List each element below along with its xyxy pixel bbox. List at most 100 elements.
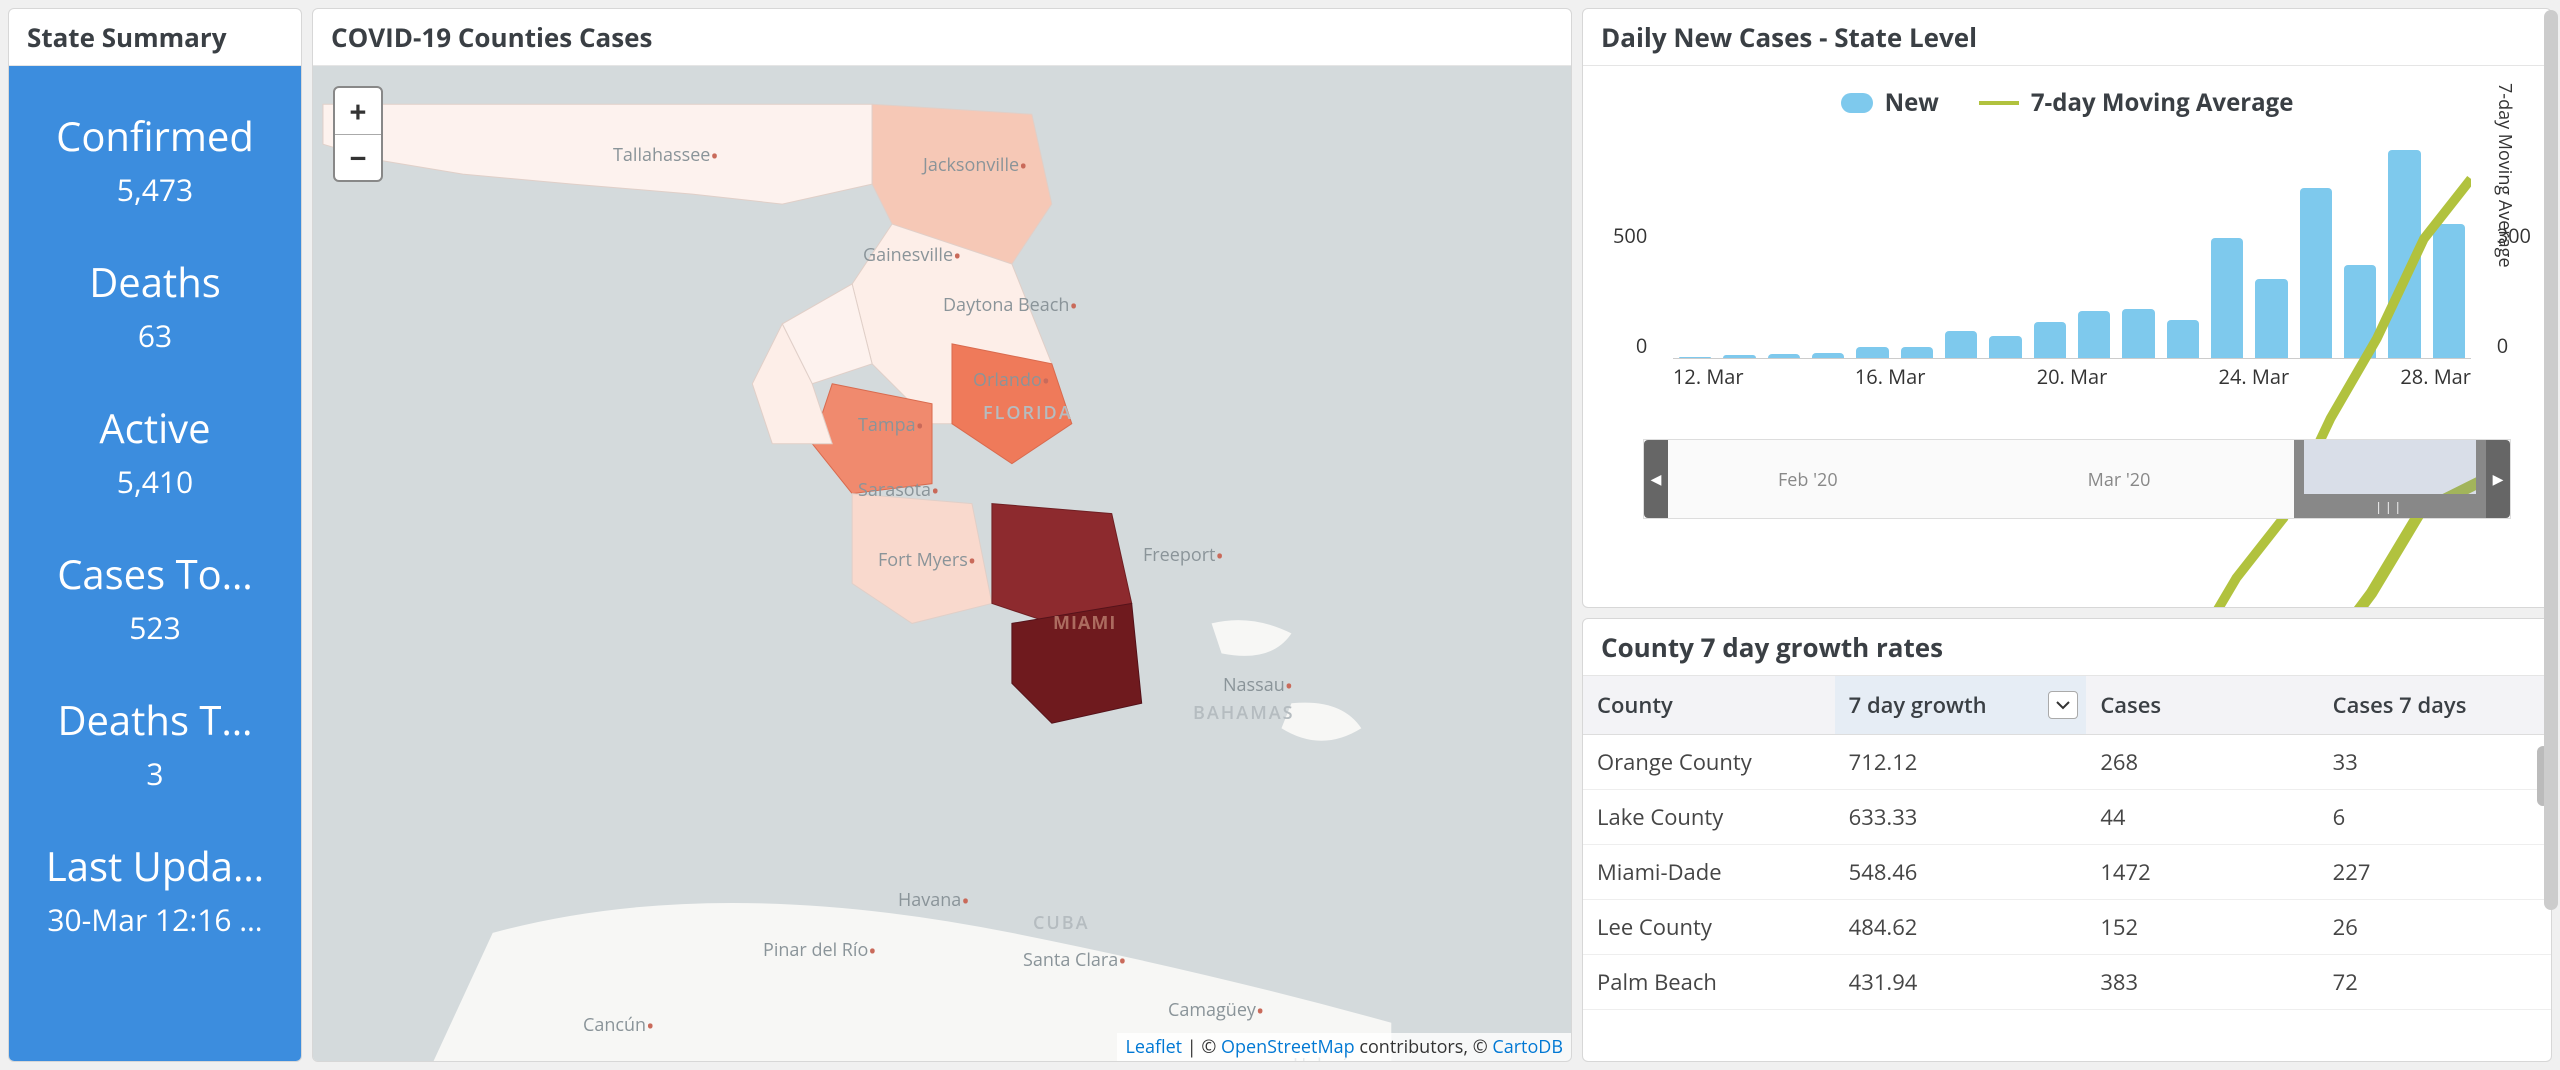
col-growth[interactable]: 7 day growth [1835,676,2087,735]
metric-value: 30-Mar 12:16 … [19,899,291,940]
chart-bar[interactable] [1768,354,1800,358]
legend-moving-avg[interactable]: 7-day Moving Average [1979,86,2294,119]
table-row[interactable]: Palm Beach431.9438372 [1583,955,2551,1010]
table-cell: 1472 [2086,845,2318,900]
chart-bar[interactable] [2211,238,2243,358]
bar-swatch-icon [1841,93,1873,113]
table-cell: 26 [2319,900,2551,955]
chevron-down-icon[interactable] [2048,691,2078,719]
state-summary-panel: State Summary Confirmed 5,473 Deaths 63 … [8,8,302,1062]
osm-link[interactable]: OpenStreetMap [1221,1035,1355,1059]
map-title: COVID-19 Counties Cases [313,9,1571,66]
metric-cases-today: Cases To… 523 [9,524,301,670]
col-cases[interactable]: Cases [2086,676,2318,735]
table-body: County 7 day growth Cases Cases 7 days [1583,676,2551,1061]
chart-bar[interactable] [2122,309,2154,358]
table-row[interactable]: Lee County484.6215226 [1583,900,2551,955]
chart-bar[interactable] [1989,336,2021,358]
table-row[interactable]: Miami-Dade548.461472227 [1583,845,2551,900]
table-cell: 431.94 [1835,955,2087,1010]
chart-legend: New 7-day Moving Average [1603,86,2531,119]
table-row[interactable]: Orange County712.1226833 [1583,735,2551,790]
chart-bars [1673,139,2471,359]
line-swatch-icon [1979,101,2019,105]
range-prev-button[interactable]: ◀ [1644,440,1668,518]
table-cell: 268 [2086,735,2318,790]
y-axis-right: 300 0 [2497,139,2531,359]
x-axis: 12. Mar 16. Mar 20. Mar 24. Mar 28. Mar [1673,363,2471,399]
table-cell: 72 [2319,955,2551,1010]
table-cell: 227 [2319,845,2551,900]
col-cases7[interactable]: Cases 7 days [2319,676,2551,735]
metric-value: 5,410 [19,461,291,502]
chart-bar[interactable] [2344,265,2376,358]
state-summary-title: State Summary [9,9,301,66]
chart-bar[interactable] [2255,279,2287,358]
chart-bar[interactable] [1856,347,1888,358]
table-cell: 712.12 [1835,735,2087,790]
chart-bar[interactable] [1679,357,1711,358]
metric-label: Active [19,400,291,455]
metric-value: 63 [19,315,291,356]
metric-deaths: Deaths 63 [9,232,301,378]
metric-label: Cases To… [19,546,291,601]
table-cell: 44 [2086,790,2318,845]
legend-new[interactable]: New [1841,86,1939,119]
table-cell: 6 [2319,790,2551,845]
chart-bar[interactable] [1812,353,1844,358]
chart-bar[interactable] [1901,347,1933,358]
table-title: County 7 day growth rates [1583,619,2551,676]
table-cell: Lake County [1583,790,1835,845]
leaflet-link[interactable]: Leaflet [1125,1035,1182,1059]
chart-body: New 7-day Moving Average 7-day Moving Av… [1583,66,2551,607]
metric-deaths-today: Deaths T… 3 [9,670,301,816]
chart-bar[interactable] [2300,188,2332,358]
table-cell: Orange County [1583,735,1835,790]
table-cell: Miami-Dade [1583,845,1835,900]
metric-value: 523 [19,607,291,648]
table-cell: 548.46 [1835,845,2087,900]
metric-label: Last Upda… [19,838,291,893]
metric-label: Deaths T… [19,692,291,747]
chart-bar[interactable] [1723,355,1755,358]
metric-value: 3 [19,753,291,794]
chart-range-slider[interactable]: ◀ ▶ Feb '20 Mar '20 ||| [1643,439,2511,519]
chart-bar[interactable] [2388,150,2420,358]
chart-panel: Daily New Cases - State Level New 7-day … [1582,8,2552,608]
chart-plot-area[interactable]: 7-day Moving Average 500 0 300 0 [1633,139,2471,399]
metric-label: Deaths [19,254,291,309]
col-county[interactable]: County [1583,676,1835,735]
table-cell: 152 [2086,900,2318,955]
zoom-out-button[interactable]: − [335,134,381,180]
table-header-row: County 7 day growth Cases Cases 7 days [1583,676,2551,735]
table-cell: Palm Beach [1583,955,1835,1010]
table-cell: 484.62 [1835,900,2087,955]
chart-bar[interactable] [2078,311,2110,358]
chart-bar[interactable] [1945,331,1977,358]
metric-label: Confirmed [19,108,291,163]
state-summary-body: Confirmed 5,473 Deaths 63 Active 5,410 C… [9,66,301,1061]
table-cell: 33 [2319,735,2551,790]
metric-active: Active 5,410 [9,378,301,524]
map-canvas[interactable]: + − [313,66,1571,1061]
map-attribution: Leaflet | © OpenStreetMap contributors, … [1117,1033,1571,1061]
page-scrollbar[interactable] [2544,10,2558,910]
chart-bar[interactable] [2433,224,2465,358]
table-row[interactable]: Lake County633.33446 [1583,790,2551,845]
y-axis-left: 500 0 [1613,139,1647,359]
cartodb-link[interactable]: CartoDB [1492,1035,1563,1059]
table-cell: 633.33 [1835,790,2087,845]
chart-title: Daily New Cases - State Level [1583,9,2551,66]
chart-bar[interactable] [2167,320,2199,358]
range-drag-handle[interactable]: ||| [2294,494,2487,518]
chart-bar[interactable] [2034,322,2066,358]
table-panel: County 7 day growth rates County 7 day g… [1582,618,2552,1062]
range-next-button[interactable]: ▶ [2486,440,2510,518]
metric-value: 5,473 [19,169,291,210]
zoom-controls: + − [333,86,383,182]
growth-table: County 7 day growth Cases Cases 7 days [1583,676,2551,1010]
zoom-in-button[interactable]: + [335,88,381,134]
metric-last-updated: Last Upda… 30-Mar 12:16 … [9,816,301,962]
range-selection[interactable] [2294,440,2487,494]
table-cell: Lee County [1583,900,1835,955]
